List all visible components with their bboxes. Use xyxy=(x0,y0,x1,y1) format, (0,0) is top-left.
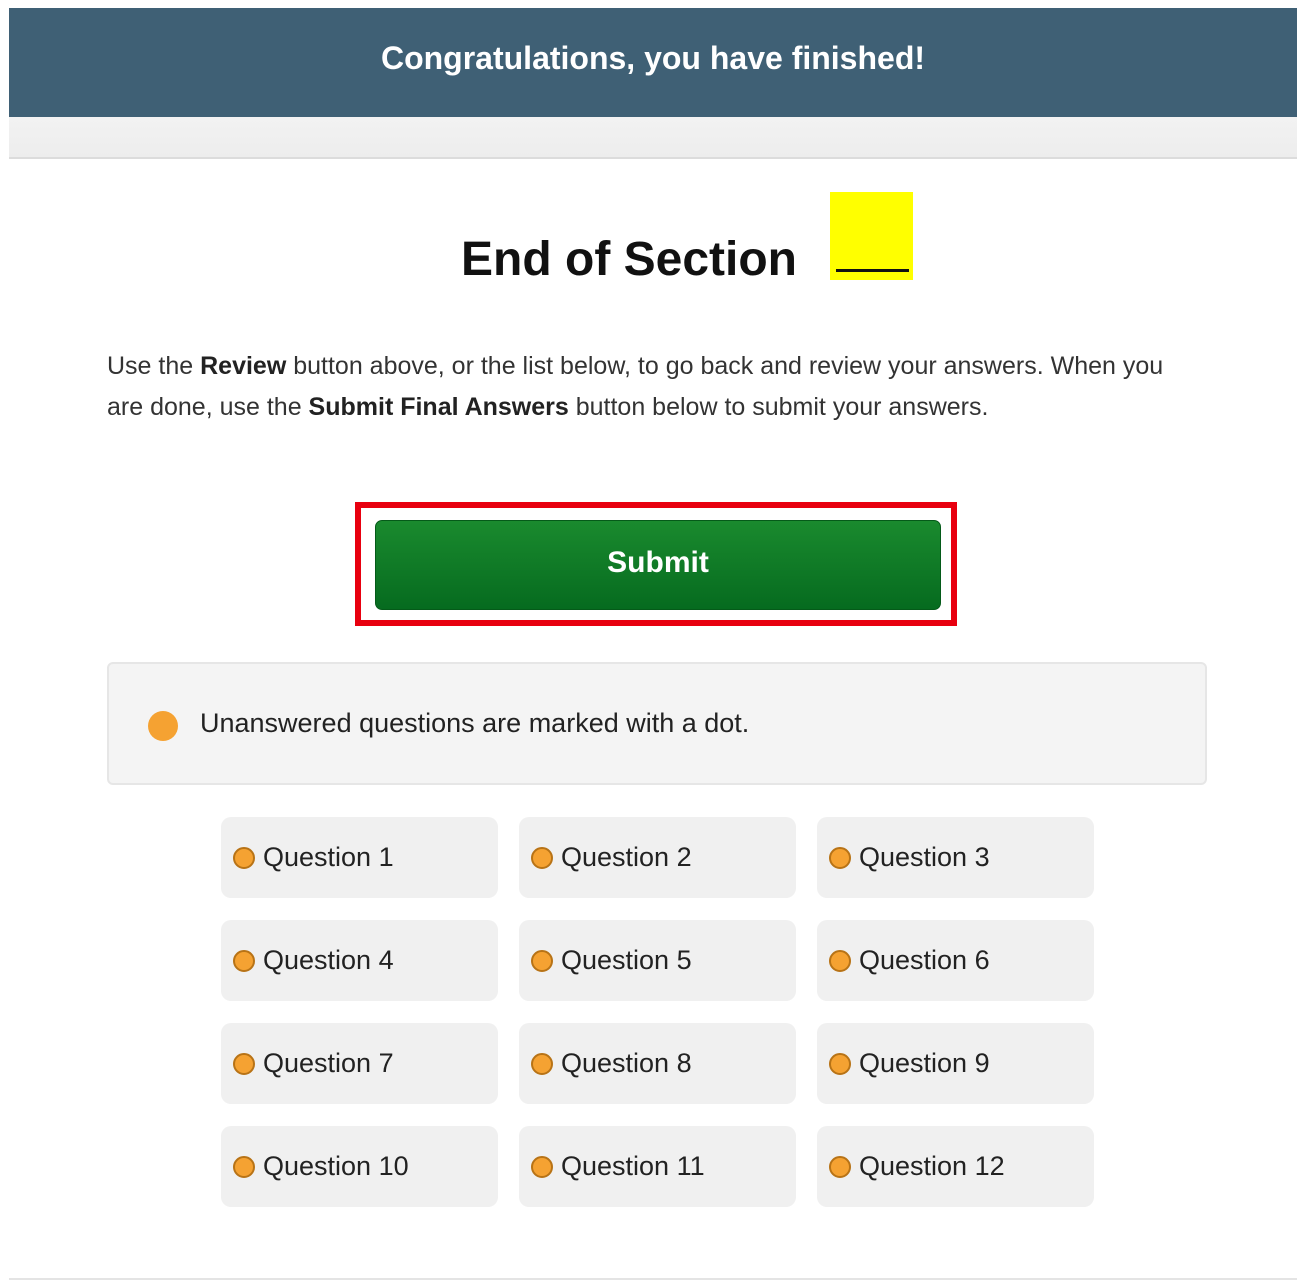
unanswered-dot-icon xyxy=(233,846,255,869)
question-label: Question 1 xyxy=(263,842,394,872)
question-label: Question 10 xyxy=(263,1151,409,1181)
question-button-11[interactable]: Question 11 xyxy=(519,1126,796,1207)
page-title: End of Section xyxy=(461,233,797,286)
banner-divider xyxy=(9,117,1297,159)
question-button-12[interactable]: Question 12 xyxy=(817,1126,1094,1207)
legend-text: Unanswered questions are marked with a d… xyxy=(200,708,750,738)
question-button-5[interactable]: Question 5 xyxy=(519,920,796,1001)
submit-button-label: Submit xyxy=(607,546,709,579)
unanswered-dot-icon xyxy=(829,1052,851,1075)
question-label: Question 9 xyxy=(859,1048,990,1078)
instructions-text: Use the Review button above, or the list… xyxy=(107,346,1197,428)
instructions-part-3: button below to submit your answers. xyxy=(568,393,989,421)
question-button-1[interactable]: Question 1 xyxy=(221,817,498,898)
question-button-2[interactable]: Question 2 xyxy=(519,817,796,898)
unanswered-dot-icon xyxy=(531,846,553,869)
unanswered-dot-icon xyxy=(531,949,553,972)
section-number-redaction xyxy=(830,192,913,280)
question-label: Question 12 xyxy=(859,1151,1005,1181)
unanswered-dot-icon xyxy=(829,949,851,972)
unanswered-dot-icon xyxy=(531,1155,553,1178)
question-button-3[interactable]: Question 3 xyxy=(817,817,1094,898)
question-button-6[interactable]: Question 6 xyxy=(817,920,1094,1001)
unanswered-dot-icon xyxy=(233,949,255,972)
unanswered-dot-icon xyxy=(233,1052,255,1075)
question-label: Question 6 xyxy=(859,945,990,975)
unanswered-dot-icon xyxy=(829,1155,851,1178)
question-label: Question 5 xyxy=(561,945,692,975)
end-of-section-page: Congratulations, you have finished! End … xyxy=(0,0,1297,1282)
review-keyword: Review xyxy=(200,352,287,380)
section-title-row: End of Section xyxy=(0,190,1297,290)
submit-button[interactable]: Submit xyxy=(375,520,941,610)
question-button-4[interactable]: Question 4 xyxy=(221,920,498,1001)
instructions-part-1: Use the xyxy=(107,352,201,380)
submit-final-keyword: Submit Final Answers xyxy=(308,393,569,421)
question-label: Question 4 xyxy=(263,945,394,975)
unanswered-dot-icon xyxy=(531,1052,553,1075)
question-label: Question 3 xyxy=(859,842,990,872)
question-list: Question 1 Question 2 Question 3 Questio… xyxy=(221,817,1094,1207)
completion-message: Congratulations, you have finished! xyxy=(380,40,926,76)
unanswered-dot-icon xyxy=(829,846,851,869)
question-button-9[interactable]: Question 9 xyxy=(817,1023,1094,1104)
question-label: Question 2 xyxy=(561,842,692,872)
unanswered-dot-icon xyxy=(233,1155,255,1178)
question-label: Question 7 xyxy=(263,1048,394,1078)
question-button-7[interactable]: Question 7 xyxy=(221,1023,498,1104)
question-label: Question 8 xyxy=(561,1048,692,1078)
completion-banner: Congratulations, you have finished! xyxy=(9,8,1297,117)
unanswered-legend: Unanswered questions are marked with a d… xyxy=(107,662,1207,785)
unanswered-dot-icon xyxy=(148,711,178,741)
footer-divider xyxy=(9,1278,1297,1280)
question-label: Question 11 xyxy=(561,1151,705,1181)
question-button-8[interactable]: Question 8 xyxy=(519,1023,796,1104)
question-button-10[interactable]: Question 10 xyxy=(221,1126,498,1207)
